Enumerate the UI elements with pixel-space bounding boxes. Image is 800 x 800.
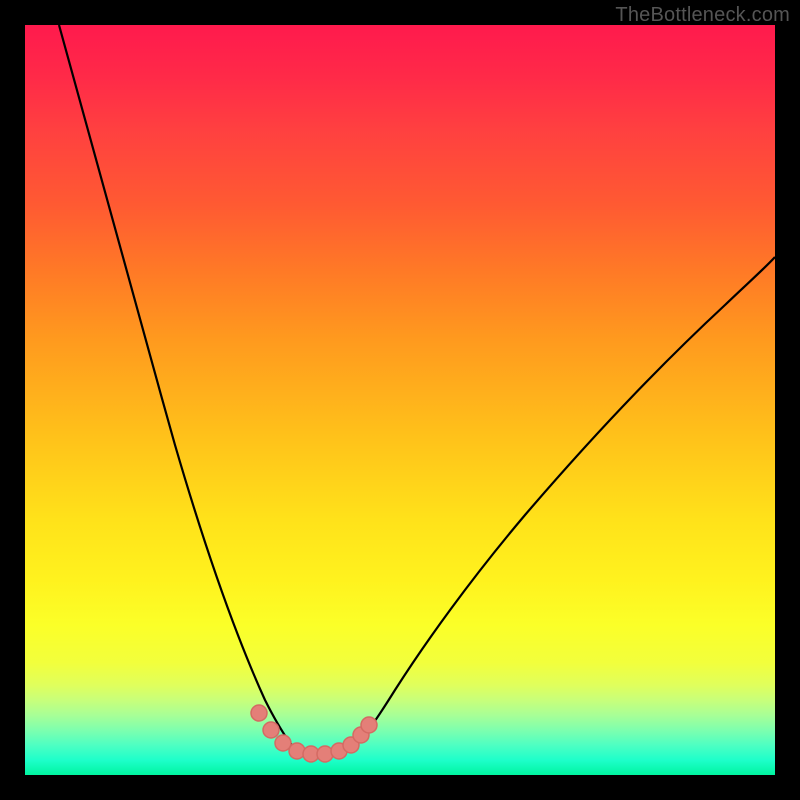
bottleneck-curve-svg: [25, 25, 775, 775]
marker-group: [251, 705, 377, 762]
watermark-text: TheBottleneck.com: [615, 4, 790, 27]
marker-point: [263, 722, 279, 738]
bottleneck-curve-path: [59, 25, 775, 754]
marker-point: [251, 705, 267, 721]
marker-point: [317, 746, 333, 762]
plot-area: [25, 25, 775, 775]
curve-group: [59, 25, 775, 754]
chart-frame: TheBottleneck.com: [0, 0, 800, 800]
marker-point: [289, 743, 305, 759]
marker-point: [361, 717, 377, 733]
